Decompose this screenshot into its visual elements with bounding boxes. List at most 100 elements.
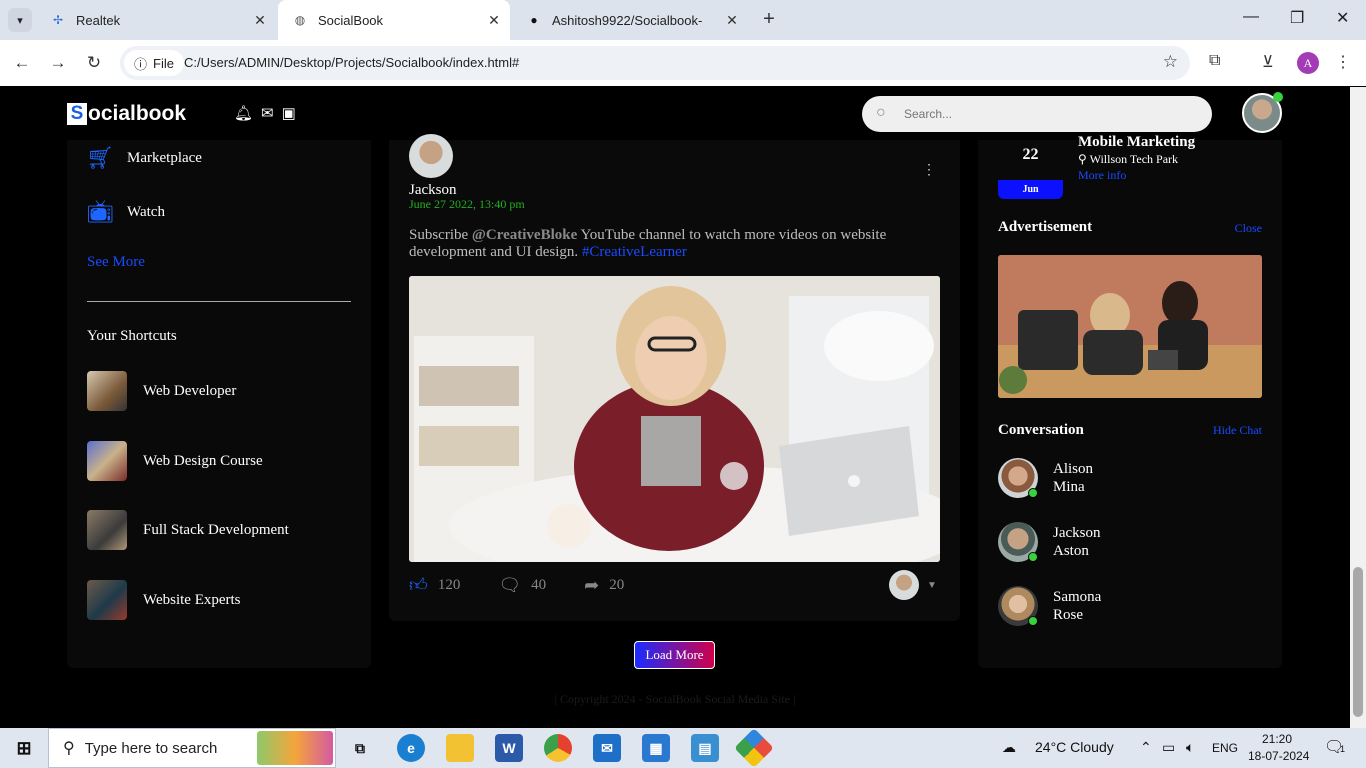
thumbs-up-icon: 👍︎: [409, 575, 428, 595]
user-avatar[interactable]: [1242, 92, 1283, 133]
forward-button[interactable]: →: [47, 52, 69, 74]
site-info-chip[interactable]: ⓘ File: [124, 50, 184, 76]
contact-first-name: Alison: [1053, 461, 1094, 477]
git-icon[interactable]: [734, 728, 774, 768]
load-more-button[interactable]: Load More: [634, 641, 715, 669]
contact-last-name: Mina: [1053, 479, 1085, 495]
notification-count: 1: [1340, 744, 1346, 754]
socialbook-logo[interactable]: S ocialbook: [67, 102, 186, 126]
clock-time[interactable]: 21:20: [1262, 732, 1292, 746]
reload-button[interactable]: ↻: [83, 52, 105, 74]
search-icon: ⚲: [63, 740, 75, 757]
tab-label: Ashitosh9922/Socialbook-: [552, 12, 703, 28]
see-more-link[interactable]: See More: [87, 254, 145, 271]
ad-close-link[interactable]: Close: [1235, 221, 1262, 236]
close-icon[interactable]: ✕: [724, 12, 740, 28]
sidebar-item-label: Watch: [127, 203, 165, 220]
video-icon[interactable]: ▣: [282, 104, 296, 123]
new-tab-button[interactable]: +: [758, 8, 780, 30]
bookmark-star-icon[interactable]: ☆: [1163, 52, 1178, 72]
shortcut-item[interactable]: Web Design Course: [87, 441, 263, 481]
online-dot: [1028, 488, 1038, 498]
file-explorer-icon[interactable]: [446, 734, 474, 762]
shortcut-item[interactable]: Full Stack Development: [87, 510, 289, 550]
edge-icon[interactable]: e: [397, 734, 425, 762]
store-icon[interactable]: ▦: [642, 734, 670, 762]
url-text[interactable]: C:/Users/ADMIN/Desktop/Projects/Socialbo…: [184, 55, 519, 70]
post-menu-icon[interactable]: ⋮: [922, 162, 936, 179]
chevron-up-icon[interactable]: ⌃: [1140, 739, 1152, 756]
scrollbar-thumb[interactable]: [1353, 567, 1363, 717]
post-image: [409, 276, 940, 562]
contact-item[interactable]: Jackson Aston: [998, 522, 1101, 562]
bell-icon[interactable]: 🔔︎: [234, 104, 253, 123]
shortcut-item[interactable]: Website Experts: [87, 580, 241, 620]
clock-date[interactable]: 18-07-2024: [1248, 749, 1309, 763]
browser-tab-bar: ▾ ✢ Realtek ✕ ◍ SocialBook ✕ ● Ashitosh9…: [0, 0, 1366, 40]
minimize-button[interactable]: —: [1243, 8, 1259, 26]
tab-realtek[interactable]: ✢ Realtek ✕: [36, 0, 276, 40]
mail-app-icon[interactable]: ✉: [593, 734, 621, 762]
page-scrollbar[interactable]: [1350, 87, 1366, 728]
github-icon: ●: [530, 13, 538, 27]
footer-copyright: | Copyright 2024 - SocialBook Social Med…: [554, 692, 796, 706]
control-panel-icon[interactable]: ▤: [691, 734, 719, 762]
online-dot: [1273, 92, 1283, 102]
back-button[interactable]: ←: [11, 52, 33, 74]
post-photo-illustration: [409, 276, 940, 562]
tab-label: Realtek: [76, 12, 121, 28]
search-input[interactable]: [904, 104, 1194, 124]
shortcut-item[interactable]: Web Developer: [87, 371, 236, 411]
event-day: 22: [1022, 146, 1039, 163]
chrome-icon[interactable]: [544, 734, 572, 762]
event-more-info-link[interactable]: More info: [1078, 168, 1126, 183]
window-close-button[interactable]: ✕: [1336, 8, 1349, 28]
contact-item[interactable]: Samona Rose: [998, 586, 1101, 626]
comment-count: 40: [531, 576, 547, 593]
feed-post: Jackson June 27 2022, 13:40 pm ⋮ Subscri…: [389, 134, 960, 621]
volume-icon[interactable]: 🔈︎: [1186, 739, 1194, 756]
browser-toolbar: ← → ↻ ⓘ File C:/Users/ADMIN/Desktop/Proj…: [0, 40, 1366, 86]
contact-item[interactable]: Alison Mina: [998, 458, 1093, 498]
tab-search-button[interactable]: ▾: [8, 8, 32, 32]
tab-socialbook[interactable]: ◍ SocialBook ✕: [278, 0, 510, 40]
post-viewer-avatar[interactable]: [889, 570, 919, 600]
address-bar[interactable]: ⓘ File C:/Users/ADMIN/Desktop/Projects/S…: [120, 46, 1190, 80]
event-month: Jun: [998, 180, 1063, 199]
tab-github[interactable]: ● Ashitosh9922/Socialbook- ✕: [512, 0, 748, 40]
post-author-avatar[interactable]: [409, 134, 453, 178]
sidebar-item-marketplace[interactable]: 🛒︎ Marketplace: [86, 145, 202, 171]
like-button[interactable]: 👍︎ 120: [409, 574, 460, 596]
advertisement-image[interactable]: [998, 255, 1262, 398]
mail-icon[interactable]: ✉︎: [261, 104, 274, 123]
menu-kebab-icon[interactable]: ⋮: [1335, 52, 1351, 72]
task-view-icon[interactable]: ⧉: [346, 734, 374, 762]
close-icon[interactable]: ✕: [486, 12, 502, 28]
shortcuts-title: Your Shortcuts: [87, 328, 177, 344]
share-button[interactable]: ➦ 20: [584, 575, 624, 596]
weather-text[interactable]: 24°C Cloudy: [1035, 739, 1114, 755]
word-icon[interactable]: W: [495, 734, 523, 762]
weather-icon[interactable]: ☁: [1002, 739, 1016, 756]
event-title: Mobile Marketing: [1078, 134, 1196, 150]
comment-button[interactable]: 🗨︎ 40: [498, 575, 546, 596]
hide-chat-link[interactable]: Hide Chat: [1213, 423, 1262, 438]
site-search: ○: [862, 96, 1212, 132]
post-hashtag[interactable]: #CreativeLearner: [582, 244, 687, 260]
chevron-down-icon[interactable]: ▼: [927, 580, 937, 591]
taskbar-search[interactable]: ⚲ Type here to search: [48, 728, 336, 768]
divider: [87, 301, 351, 302]
contact-name: Samona Rose: [1053, 588, 1101, 624]
windows-start-icon[interactable]: ⊞: [10, 734, 38, 762]
battery-icon[interactable]: ▭: [1162, 739, 1175, 756]
sidebar-item-watch[interactable]: 📺︎ Watch: [86, 199, 165, 225]
profile-avatar[interactable]: A: [1297, 52, 1319, 74]
contact-last-name: Rose: [1053, 607, 1083, 623]
language-indicator[interactable]: ENG: [1212, 741, 1238, 755]
downloads-icon[interactable]: ⊻: [1262, 52, 1274, 72]
close-icon[interactable]: ✕: [252, 12, 268, 28]
extensions-icon[interactable]: ⧉: [1209, 52, 1220, 70]
windows-taskbar: ⊞ ⚲ Type here to search ⧉ e W ✉ ▦ ▤ ☁ 24…: [0, 728, 1366, 768]
post-mention[interactable]: @CreativeBloke: [472, 227, 577, 243]
restore-button[interactable]: ❐: [1290, 8, 1304, 28]
